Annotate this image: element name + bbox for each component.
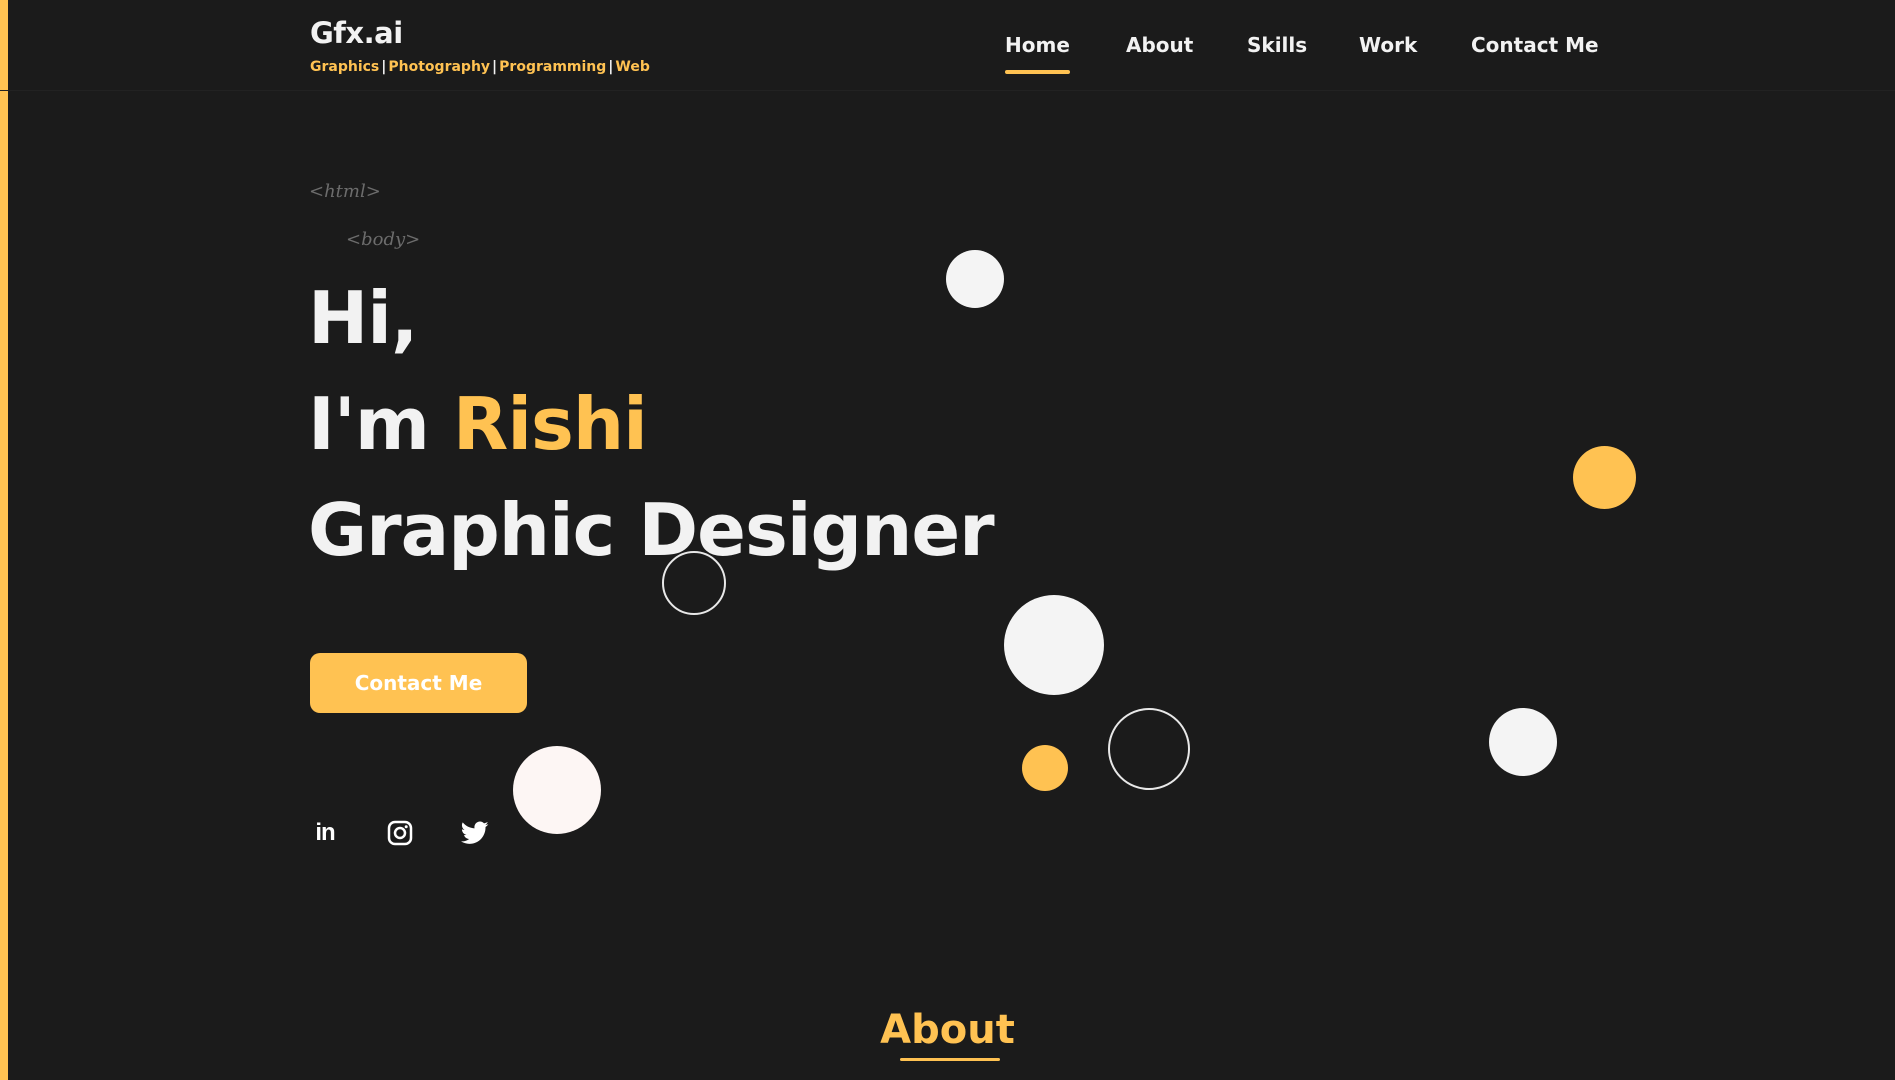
brand: Gfx.ai Graphics | Photography | Programming |… bbox=[310, 14, 650, 76]
tagline-web: Web bbox=[615, 59, 650, 75]
tagline-separator: | bbox=[381, 59, 387, 75]
nav-item-home[interactable]: Home bbox=[1005, 30, 1070, 74]
tagline-photography: Photography bbox=[388, 59, 491, 75]
nav-item-about[interactable]: About bbox=[1126, 30, 1193, 60]
hero-name: Rishi bbox=[452, 382, 648, 466]
decor-ring bbox=[1108, 708, 1190, 790]
decor-bubble bbox=[1004, 595, 1104, 695]
nav-item-skills[interactable]: Skills bbox=[1247, 30, 1307, 60]
contact-me-button[interactable]: Contact Me bbox=[310, 653, 527, 713]
brand-logo-text[interactable]: Gfx.ai bbox=[310, 14, 650, 52]
decor-bubble bbox=[946, 250, 1004, 308]
left-accent-bar bbox=[0, 0, 8, 1080]
twitter-icon[interactable] bbox=[460, 818, 490, 848]
tagline-separator: | bbox=[492, 59, 498, 75]
hero-intro: I'm Rishi bbox=[308, 379, 648, 469]
decor-bubble bbox=[1489, 708, 1557, 776]
decor-ring bbox=[662, 551, 726, 615]
linkedin-icon[interactable]: in bbox=[310, 818, 340, 848]
hero-role: Graphic Designer bbox=[308, 488, 995, 572]
nav-item-work[interactable]: Work bbox=[1359, 30, 1417, 60]
code-tag-body: <body> bbox=[346, 229, 421, 250]
instagram-icon[interactable] bbox=[385, 818, 415, 848]
decor-bubble bbox=[1573, 446, 1636, 509]
tagline-programming: Programming bbox=[499, 59, 607, 75]
hero-greeting: Hi, bbox=[308, 276, 418, 360]
tagline-separator: | bbox=[608, 59, 614, 75]
brand-tagline: Graphics | Photography | Programming | Web bbox=[310, 58, 650, 76]
nav-item-contact[interactable]: Contact Me bbox=[1471, 30, 1599, 60]
decor-bubble bbox=[513, 746, 601, 834]
about-title-underline bbox=[900, 1058, 1000, 1061]
code-tag-html: <html> bbox=[309, 181, 381, 202]
linkedin-icon-label: in bbox=[315, 819, 335, 846]
about-section-title: About bbox=[880, 1007, 1015, 1053]
hero-intro-prefix: I'm bbox=[308, 382, 453, 466]
tagline-graphics: Graphics bbox=[310, 59, 380, 75]
site-header: Gfx.ai Graphics | Photography | Programming |… bbox=[0, 0, 1895, 91]
decor-bubble bbox=[1022, 745, 1068, 791]
